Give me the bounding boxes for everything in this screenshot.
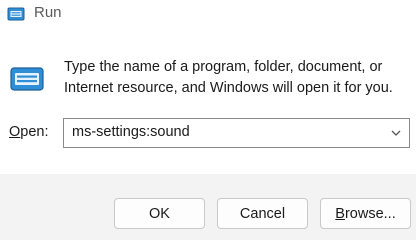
run-dialog: Run Type the name of a program, folder, … bbox=[0, 0, 416, 240]
cancel-button[interactable]: Cancel bbox=[217, 198, 308, 229]
open-label: Open: bbox=[9, 124, 49, 140]
run-icon bbox=[8, 63, 48, 95]
dialog-content: Type the name of a program, folder, docu… bbox=[0, 28, 416, 174]
title-bar[interactable]: Run bbox=[0, 0, 416, 28]
open-label-text: pen: bbox=[20, 124, 49, 140]
ok-button[interactable]: OK bbox=[114, 198, 205, 229]
open-input[interactable]: ms-settings:sound bbox=[72, 124, 190, 140]
open-label-accelerator: O bbox=[9, 124, 21, 140]
browse-button[interactable]: Browse... bbox=[320, 198, 411, 229]
chevron-down-icon[interactable] bbox=[389, 126, 403, 140]
button-bar: OK Cancel Browse... bbox=[0, 174, 416, 240]
window-title: Run bbox=[34, 4, 62, 21]
instruction-text: Type the name of a program, folder, docu… bbox=[64, 59, 393, 96]
open-combobox[interactable]: ms-settings:sound bbox=[63, 118, 410, 148]
run-icon bbox=[7, 6, 27, 22]
browse-label: rowse... bbox=[344, 205, 396, 222]
browse-accelerator: B bbox=[335, 205, 345, 222]
